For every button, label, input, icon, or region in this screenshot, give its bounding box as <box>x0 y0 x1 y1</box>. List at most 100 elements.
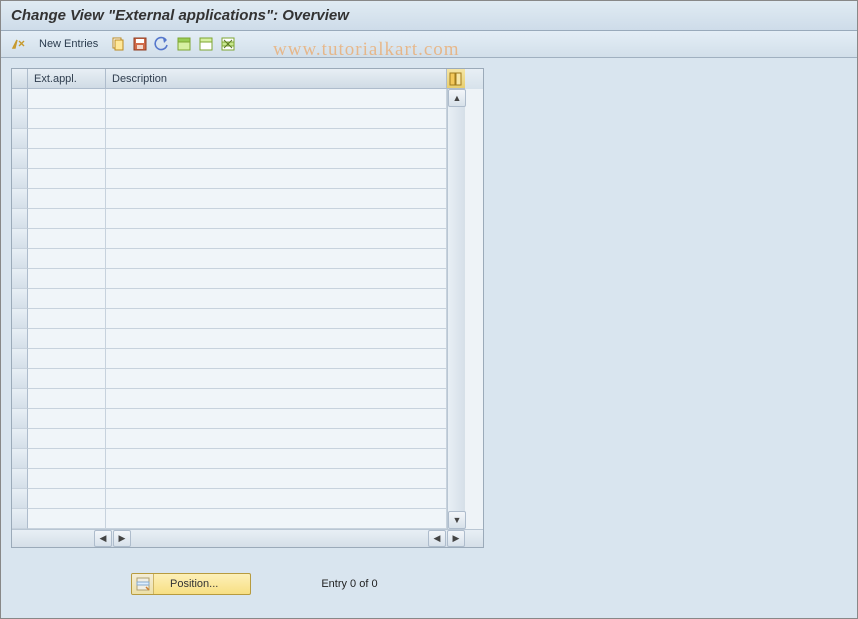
cell-ext[interactable] <box>28 429 106 449</box>
row-selector[interactable] <box>12 309 28 329</box>
row-selector[interactable] <box>12 389 28 409</box>
cell-ext[interactable] <box>28 389 106 409</box>
cell-ext[interactable] <box>28 209 106 229</box>
cell-ext[interactable] <box>28 229 106 249</box>
row-selector[interactable] <box>12 109 28 129</box>
cell-description[interactable] <box>106 189 447 209</box>
row-selector[interactable] <box>12 189 28 209</box>
footer: Position... Entry 0 of 0 <box>1 573 491 595</box>
scroll-left-step-icon[interactable]: ◀ <box>428 530 446 547</box>
cell-description[interactable] <box>106 129 447 149</box>
row-selector[interactable] <box>12 269 28 289</box>
row-selector[interactable] <box>12 209 28 229</box>
row-selector[interactable] <box>12 89 28 109</box>
cell-description[interactable] <box>106 449 447 469</box>
scroll-track[interactable] <box>448 107 465 511</box>
delete-row-icon[interactable] <box>218 34 238 54</box>
cell-description[interactable] <box>106 169 447 189</box>
table-row <box>28 109 447 129</box>
cell-description[interactable] <box>106 509 447 529</box>
scroll-track-h[interactable] <box>131 530 427 547</box>
copy-icon[interactable] <box>108 34 128 54</box>
table-row <box>28 249 447 269</box>
scroll-right-icon[interactable]: ▶ <box>447 530 465 547</box>
cell-description[interactable] <box>106 369 447 389</box>
position-button[interactable]: Position... <box>131 573 251 595</box>
cell-description[interactable] <box>106 149 447 169</box>
cell-description[interactable] <box>106 289 447 309</box>
row-selector[interactable] <box>12 369 28 389</box>
table-row <box>28 189 447 209</box>
cell-description[interactable] <box>106 429 447 449</box>
cell-description[interactable] <box>106 309 447 329</box>
row-selector[interactable] <box>12 129 28 149</box>
cell-ext[interactable] <box>28 369 106 389</box>
table-row <box>28 489 447 509</box>
cell-ext[interactable] <box>28 109 106 129</box>
row-selector[interactable] <box>12 349 28 369</box>
cell-description[interactable] <box>106 489 447 509</box>
row-selector[interactable] <box>12 149 28 169</box>
cell-ext[interactable] <box>28 409 106 429</box>
table-row <box>28 169 447 189</box>
cell-description[interactable] <box>106 209 447 229</box>
cell-description[interactable] <box>106 229 447 249</box>
row-selector[interactable] <box>12 449 28 469</box>
column-header-ext[interactable]: Ext.appl. <box>28 69 106 89</box>
select-all-icon[interactable] <box>174 34 194 54</box>
cell-ext[interactable] <box>28 149 106 169</box>
cell-description[interactable] <box>106 349 447 369</box>
row-selector[interactable] <box>12 329 28 349</box>
row-selector[interactable] <box>12 249 28 269</box>
cell-ext[interactable] <box>28 269 106 289</box>
save-icon[interactable] <box>130 34 150 54</box>
table-settings-icon[interactable] <box>447 69 465 89</box>
row-selector[interactable] <box>12 409 28 429</box>
table-row <box>28 289 447 309</box>
cell-ext[interactable] <box>28 89 106 109</box>
table-row <box>28 309 447 329</box>
undo-icon[interactable] <box>152 34 172 54</box>
cell-ext[interactable] <box>28 469 106 489</box>
cell-description[interactable] <box>106 329 447 349</box>
cell-description[interactable] <box>106 89 447 109</box>
new-entries-button[interactable]: New Entries <box>31 34 106 54</box>
cell-description[interactable] <box>106 109 447 129</box>
row-selector[interactable] <box>12 509 28 529</box>
scroll-up-icon[interactable]: ▲ <box>448 89 466 107</box>
cell-ext[interactable] <box>28 509 106 529</box>
cell-ext[interactable] <box>28 189 106 209</box>
scroll-down-icon[interactable]: ▼ <box>448 511 466 529</box>
row-selector[interactable] <box>12 229 28 249</box>
cell-ext[interactable] <box>28 449 106 469</box>
cell-ext[interactable] <box>28 289 106 309</box>
cell-ext[interactable] <box>28 169 106 189</box>
cell-description[interactable] <box>106 469 447 489</box>
cell-ext[interactable] <box>28 129 106 149</box>
cell-description[interactable] <box>106 409 447 429</box>
deselect-all-icon[interactable] <box>196 34 216 54</box>
table-row <box>28 89 447 109</box>
cell-ext[interactable] <box>28 249 106 269</box>
toggle-draft-icon[interactable] <box>9 34 29 54</box>
cell-description[interactable] <box>106 269 447 289</box>
scroll-right-step-icon[interactable]: ▶ <box>113 530 131 547</box>
table-row <box>28 409 447 429</box>
row-selector[interactable] <box>12 469 28 489</box>
cell-ext[interactable] <box>28 489 106 509</box>
row-selector[interactable] <box>12 169 28 189</box>
cell-ext[interactable] <box>28 349 106 369</box>
row-selector[interactable] <box>12 489 28 509</box>
select-all-rows[interactable] <box>12 69 28 89</box>
row-selector[interactable] <box>12 289 28 309</box>
cell-ext[interactable] <box>28 329 106 349</box>
row-selector[interactable] <box>12 429 28 449</box>
column-header-description[interactable]: Description <box>106 69 447 89</box>
scroll-left-icon[interactable]: ◀ <box>94 530 112 547</box>
cell-ext[interactable] <box>28 309 106 329</box>
table-row <box>28 229 447 249</box>
cell-description[interactable] <box>106 389 447 409</box>
page-title: Change View "External applications": Ove… <box>1 1 857 31</box>
horizontal-scrollbar: ◀ ▶ ◀ ▶ <box>12 529 483 547</box>
cell-description[interactable] <box>106 249 447 269</box>
